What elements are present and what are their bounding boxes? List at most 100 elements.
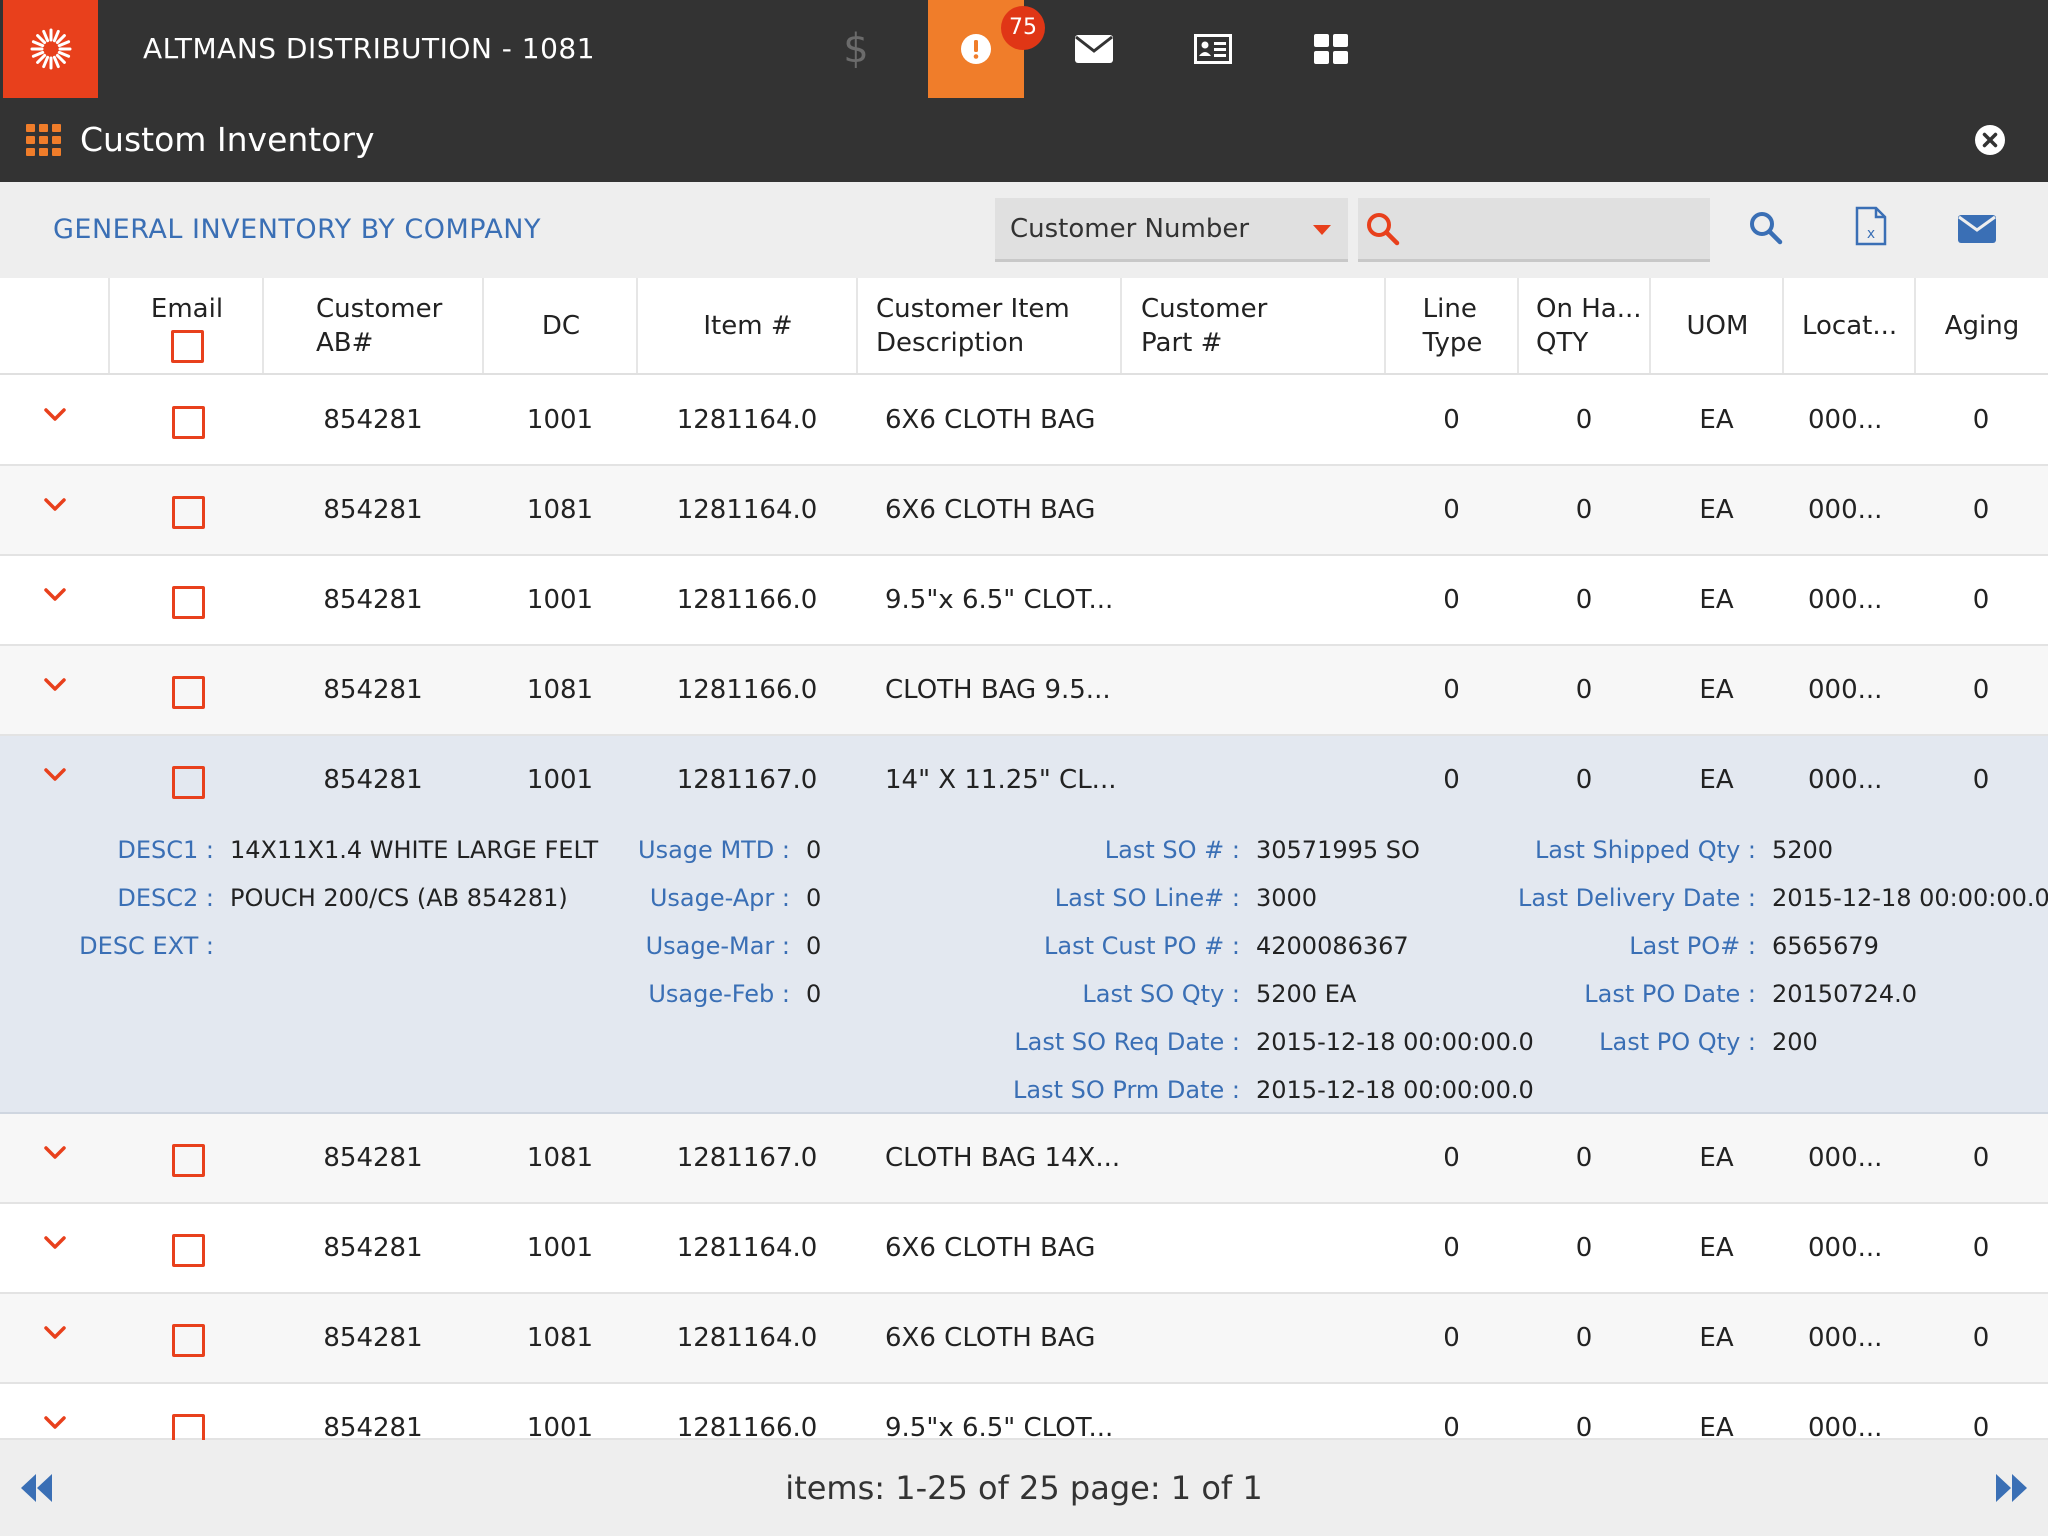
cell-description: 9.5"x 6.5" CLOT... bbox=[885, 585, 1114, 615]
detail-value: 0 bbox=[806, 980, 822, 1008]
row-detail-panel: DESC1 : 14X11X1.4 WHITE LARGE FELT DESC2… bbox=[0, 824, 2048, 1114]
header-dc[interactable]: DC bbox=[482, 278, 638, 373]
dollar-icon[interactable]: $ bbox=[808, 0, 904, 98]
cell-uom: EA bbox=[1699, 1143, 1734, 1173]
pagination-footer: items: 1-25 of 25 page: 1 of 1 bbox=[0, 1440, 2048, 1536]
contacts-button[interactable] bbox=[1165, 0, 1261, 98]
cell-line-type: 0 bbox=[1443, 585, 1460, 615]
cell-aging: 0 bbox=[1972, 1323, 1990, 1353]
mail-button[interactable] bbox=[1046, 0, 1142, 98]
cell-item: 1281164.0 bbox=[676, 495, 818, 525]
table-row[interactable]: 854281 1001 1281164.0 0 0 EA 0 6X6 CLOTH BAG 000… bbox=[0, 376, 2048, 466]
cell-customer-ab: 854281 bbox=[323, 1323, 423, 1353]
logo-icon[interactable] bbox=[3, 0, 98, 98]
cell-description: 6X6 CLOTH BAG bbox=[885, 1323, 1096, 1353]
cell-description: 6X6 CLOTH BAG bbox=[885, 405, 1096, 435]
table-row[interactable]: 854281 1081 1281164.0 0 0 EA 0 6X6 CLOTH BAG 000… bbox=[0, 466, 2048, 556]
app-title: ALTMANS DISTRIBUTION - 1081 bbox=[143, 32, 596, 65]
header-email-label: Email bbox=[150, 294, 224, 324]
search-field-select[interactable]: Customer Number bbox=[995, 198, 1348, 262]
cell-dc: 1081 bbox=[526, 495, 594, 525]
cell-line-type: 0 bbox=[1443, 675, 1460, 705]
cell-location: 000... bbox=[1808, 765, 1883, 795]
header-uom[interactable]: UOM bbox=[1649, 278, 1784, 373]
row-email-checkbox[interactable] bbox=[172, 766, 205, 799]
table-row[interactable]: 854281 1001 1281167.0 0 0 EA 0 14" X 11.25" CL.… bbox=[0, 736, 2048, 826]
cell-dc: 1001 bbox=[526, 765, 594, 795]
detail-value: 5200 bbox=[1772, 836, 1834, 864]
header-item[interactable]: Item # bbox=[636, 278, 858, 373]
detail-value: POUCH 200/CS (AB 854281) bbox=[230, 884, 568, 912]
header-customer-ab[interactable]: Customer AB# bbox=[262, 278, 484, 373]
cell-description: 6X6 CLOTH BAG bbox=[885, 495, 1096, 525]
detail-value: 0 bbox=[806, 932, 822, 960]
select-value: Customer Number bbox=[1010, 214, 1250, 244]
detail-label: DESC1 : bbox=[117, 836, 214, 864]
chevron-down-icon[interactable] bbox=[44, 588, 66, 602]
chevron-down-icon[interactable] bbox=[44, 408, 66, 422]
apps-grid-icon[interactable] bbox=[26, 124, 62, 156]
svg-text:x: x bbox=[1867, 226, 1875, 242]
top-navigation-bar: ALTMANS DISTRIBUTION - 1081 $ 75 bbox=[0, 0, 2048, 98]
search-input[interactable] bbox=[1418, 206, 1702, 252]
close-icon[interactable] bbox=[1974, 124, 2006, 156]
header-customer-part[interactable]: Customer Part # bbox=[1120, 278, 1386, 373]
detail-label: Last SO Req Date : bbox=[1014, 1028, 1240, 1056]
cell-dc: 1081 bbox=[526, 1323, 594, 1353]
detail-value: 2015-12-18 00:00:00.0 bbox=[1772, 884, 2048, 912]
row-email-checkbox[interactable] bbox=[172, 1324, 205, 1357]
table-row[interactable]: 854281 1081 1281167.0 0 0 EA 0 CLOTH BAG 14X...… bbox=[0, 1114, 2048, 1204]
table-row[interactable]: 854281 1001 1281166.0 0 0 EA 0 9.5"x 6.5" CLOT.… bbox=[0, 556, 2048, 646]
header-description[interactable]: Customer Item Description bbox=[856, 278, 1122, 373]
email-export-icon[interactable] bbox=[1958, 215, 1996, 243]
header-line-type[interactable]: Line Type bbox=[1384, 278, 1519, 373]
chevron-down-icon[interactable] bbox=[44, 1326, 66, 1340]
detail-label: Usage-Feb : bbox=[648, 980, 790, 1008]
alert-icon bbox=[961, 34, 991, 64]
cell-customer-ab: 854281 bbox=[323, 585, 423, 615]
row-email-checkbox[interactable] bbox=[172, 1144, 205, 1177]
cell-on-hand: 0 bbox=[1575, 495, 1593, 525]
cell-location: 000... bbox=[1808, 1323, 1883, 1353]
chevron-down-icon[interactable] bbox=[44, 1416, 66, 1430]
cell-aging: 0 bbox=[1972, 405, 1990, 435]
table-row[interactable]: 854281 1001 1281164.0 0 0 EA 0 6X6 CLOTH BAG 000… bbox=[0, 1204, 2048, 1294]
cell-on-hand: 0 bbox=[1575, 585, 1593, 615]
detail-label: Usage-Apr : bbox=[649, 884, 790, 912]
cell-dc: 1001 bbox=[526, 1233, 594, 1263]
table-row[interactable]: 854281 1001 1281166.0 0 0 EA 0 9.5"x 6.5" CLOT.… bbox=[0, 1384, 2048, 1447]
chevron-down-icon[interactable] bbox=[44, 498, 66, 512]
header-location[interactable]: Locat... bbox=[1782, 278, 1916, 373]
row-email-checkbox[interactable] bbox=[172, 1234, 205, 1267]
last-page-icon[interactable] bbox=[1994, 1472, 2028, 1504]
chevron-down-icon[interactable] bbox=[44, 768, 66, 782]
detail-label: Last SO Qty : bbox=[1082, 980, 1240, 1008]
cell-on-hand: 0 bbox=[1575, 675, 1593, 705]
select-all-checkbox[interactable] bbox=[170, 330, 204, 363]
search-icon bbox=[1367, 213, 1400, 246]
row-email-checkbox[interactable] bbox=[172, 496, 205, 529]
chevron-down-icon[interactable] bbox=[44, 1236, 66, 1250]
chevron-down-icon[interactable] bbox=[44, 1146, 66, 1160]
search-box[interactable] bbox=[1358, 198, 1710, 262]
excel-export-icon[interactable]: x bbox=[1855, 206, 1887, 246]
row-email-checkbox[interactable] bbox=[172, 586, 205, 619]
cell-aging: 0 bbox=[1972, 585, 1990, 615]
detail-label: Last Delivery Date : bbox=[1518, 884, 1756, 912]
header-on-hand-qty[interactable]: On Ha... QTY bbox=[1517, 278, 1651, 373]
detail-value: 20150724.0 bbox=[1772, 980, 1918, 1008]
cell-customer-ab: 854281 bbox=[323, 765, 423, 795]
header-aging[interactable]: Aging bbox=[1914, 278, 2048, 373]
detail-value: 6565679 bbox=[1772, 932, 1879, 960]
table-row[interactable]: 854281 1081 1281166.0 0 0 EA 0 CLOTH BAG 9.5...… bbox=[0, 646, 2048, 736]
table-header: Email Customer AB# DC Item # Customer Ite… bbox=[0, 278, 2048, 375]
chevron-down-icon[interactable] bbox=[44, 678, 66, 692]
alerts-button[interactable]: 75 bbox=[928, 0, 1045, 98]
page-title-bar: Custom Inventory bbox=[0, 98, 2048, 182]
detail-value: 2015-12-18 00:00:00.0 bbox=[1256, 1028, 1534, 1056]
table-row[interactable]: 854281 1081 1281164.0 0 0 EA 0 6X6 CLOTH BAG 000… bbox=[0, 1294, 2048, 1384]
row-email-checkbox[interactable] bbox=[172, 676, 205, 709]
row-email-checkbox[interactable] bbox=[172, 406, 205, 439]
dashboard-button[interactable] bbox=[1283, 0, 1379, 98]
search-button-icon[interactable] bbox=[1748, 210, 1784, 246]
